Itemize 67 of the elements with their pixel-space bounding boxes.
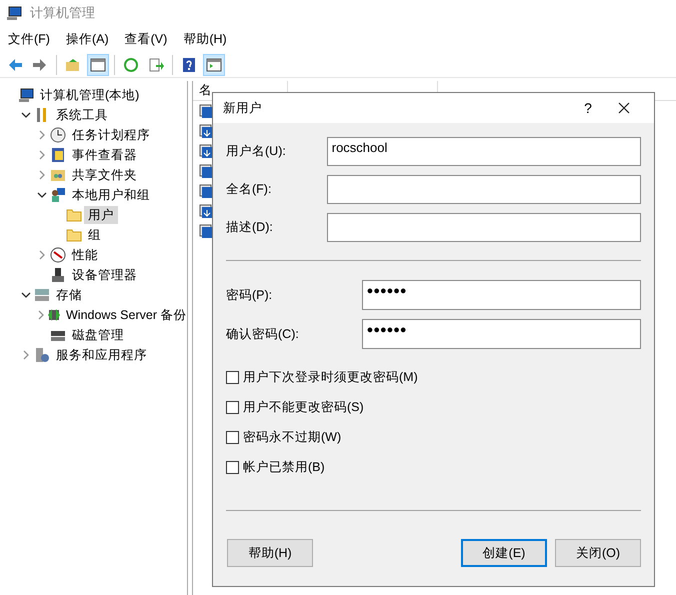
user-download-icon[interactable]	[199, 124, 213, 138]
computer-icon	[6, 5, 22, 21]
password-field[interactable]: ●●●●●●	[362, 280, 641, 310]
menu-item[interactable]: 文件(F)	[0, 28, 58, 50]
dialog-button[interactable]: 创建(E)	[461, 539, 547, 567]
checkbox-label[interactable]: 密码永不过期(W)	[243, 428, 342, 446]
close-icon	[618, 102, 630, 114]
users-icon	[50, 187, 66, 203]
tree-item[interactable]: 事件查看器	[68, 146, 141, 164]
menu-item[interactable]: 操作(A)	[58, 28, 117, 50]
action-pane-icon[interactable]	[203, 54, 225, 76]
tree-item[interactable]: 共享文件夹	[68, 166, 141, 184]
help-button[interactable]: ?	[572, 98, 604, 118]
field-label: 确认密码(C):	[226, 326, 300, 343]
user-icon[interactable]	[199, 104, 213, 118]
checkbox[interactable]	[226, 430, 239, 444]
tree-item[interactable]: 磁盘管理	[68, 326, 128, 344]
tree-item[interactable]: 本地用户和组	[68, 186, 154, 204]
chevron-down-icon[interactable]	[21, 110, 31, 120]
checkbox[interactable]	[226, 460, 239, 474]
dialog-title: 新用户	[223, 100, 263, 117]
text-field[interactable]: rocschool	[326, 137, 641, 166]
checkbox-label[interactable]: 帐户已禁用(B)	[243, 458, 325, 476]
chevron-right-icon[interactable]	[37, 250, 47, 260]
chevron-down-icon[interactable]	[21, 290, 31, 300]
tree-item[interactable]: 任务计划程序	[68, 126, 154, 144]
window-title: 计算机管理	[30, 4, 95, 22]
user-download-icon[interactable]	[199, 144, 213, 158]
device-icon	[50, 267, 66, 283]
field-label: 密码(P):	[226, 286, 274, 304]
tree-item[interactable]: 组	[84, 226, 105, 244]
tree-item[interactable]: 计算机管理(本地)	[36, 86, 144, 104]
folder-icon	[66, 207, 82, 223]
pane-icon[interactable]	[87, 54, 109, 76]
checkbox-label[interactable]: 用户下次登录时须更改密码(M)	[243, 368, 418, 386]
gauge-icon	[50, 247, 66, 263]
tree-item[interactable]: 服务和应用程序	[52, 346, 151, 364]
user-download-icon[interactable]	[199, 204, 213, 218]
chevron-down-icon[interactable]	[37, 190, 47, 200]
text-field[interactable]	[326, 175, 641, 204]
chevron-right-icon[interactable]	[36, 310, 46, 320]
field-label: 描述(D):	[226, 219, 274, 236]
tree-item[interactable]: 用户	[84, 206, 118, 224]
dialog-button[interactable]: 关闭(O)	[555, 539, 641, 567]
tree-item[interactable]: 系统工具	[52, 106, 112, 124]
user-icon[interactable]	[199, 184, 213, 198]
text-field[interactable]	[326, 213, 641, 242]
checkbox-label[interactable]: 用户不能更改密码(S)	[243, 398, 364, 416]
tree-item[interactable]: 存储	[52, 286, 86, 304]
checkbox[interactable]	[226, 370, 239, 384]
checkbox[interactable]	[226, 400, 239, 414]
chevron-right-icon[interactable]	[21, 350, 31, 360]
user-icon[interactable]	[199, 224, 213, 238]
menu-item[interactable]: 帮助(H)	[175, 28, 235, 50]
field-label: 用户名(U):	[226, 143, 287, 160]
computer-icon	[18, 87, 34, 103]
tree-item[interactable]: Windows Server 备份	[62, 306, 190, 324]
user-icon[interactable]	[199, 164, 213, 178]
field-label: 全名(F):	[226, 181, 272, 198]
tree-item[interactable]: 性能	[68, 246, 102, 264]
clock-icon	[50, 127, 66, 143]
shared-folder-icon	[50, 167, 66, 183]
menu-item[interactable]: 查看(V)	[116, 28, 176, 50]
tree-item[interactable]: 设备管理器	[68, 266, 141, 284]
folder-icon	[66, 227, 82, 243]
dialog-button[interactable]: 帮助(H)	[227, 539, 313, 567]
password-field[interactable]: ●●●●●●	[362, 319, 641, 349]
